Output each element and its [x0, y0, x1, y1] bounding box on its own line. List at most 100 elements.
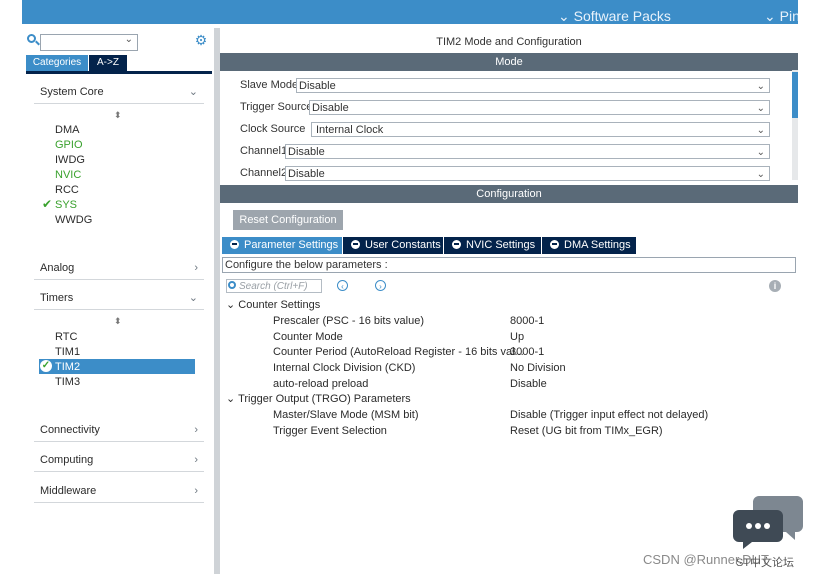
chevron-down-icon: ⌄: [226, 393, 236, 405]
section-connectivity[interactable]: Connectivity ›: [40, 421, 204, 439]
chevron-down-icon[interactable]: ⌄: [125, 34, 133, 45]
splitter[interactable]: [214, 28, 220, 574]
check-circle-icon: [351, 240, 360, 249]
section-computing[interactable]: Computing ›: [40, 451, 204, 469]
check-circle-icon: [230, 240, 239, 249]
channel1-label: Channel1: [240, 145, 288, 157]
mode-header: Mode: [220, 53, 798, 71]
sidebar-item-tim2[interactable]: TIM2: [55, 360, 80, 374]
sidebar-item-nvic[interactable]: NVIC: [55, 168, 81, 182]
param-value[interactable]: No Division: [510, 361, 566, 375]
divider: [34, 279, 204, 280]
section-analog[interactable]: Analog ›: [40, 259, 204, 277]
tab-user-constants[interactable]: User Constants: [343, 237, 443, 254]
channel2-label: Channel2: [240, 167, 288, 179]
checkmark-icon: ✔: [42, 197, 53, 211]
param-name: Internal Clock Division (CKD): [273, 362, 416, 374]
parameter-search-input[interactable]: Search (Ctrl+F): [226, 279, 322, 293]
slave-mode-label: Slave Mode: [240, 79, 299, 91]
chevron-down-icon: ⌄: [764, 8, 776, 24]
sidebar-item-wwdg[interactable]: WWDG: [55, 213, 92, 227]
chevron-right-icon: ›: [194, 485, 198, 497]
group-counter-settings[interactable]: ⌄ Counter Settings: [226, 298, 320, 312]
param-name: Counter Mode: [273, 331, 343, 343]
chevron-down-icon: ⌄: [188, 86, 198, 98]
tab-label: User Constants: [365, 239, 441, 251]
section-middleware[interactable]: Middleware ›: [40, 482, 204, 500]
section-label: Timers: [40, 292, 74, 304]
chevron-down-icon: ⌄: [756, 125, 765, 136]
param-value[interactable]: Up: [510, 330, 524, 344]
chevron-right-icon: ›: [194, 262, 198, 274]
divider: [34, 471, 204, 472]
divider: [34, 441, 204, 442]
chevron-down-icon: ⌄: [756, 81, 765, 92]
section-timers[interactable]: Timers ⌄: [40, 289, 204, 307]
pinout-menu[interactable]: ⌄ Pino: [764, 8, 798, 24]
sidebar-item-dma[interactable]: DMA: [55, 123, 79, 137]
channel2-select[interactable]: Disable ⌄: [285, 166, 770, 181]
check-circle-icon: ✓: [40, 360, 52, 372]
param-name: auto-reload preload: [273, 378, 369, 390]
chevron-down-icon: ⌄: [558, 8, 570, 24]
gear-icon[interactable]: ⚙: [194, 33, 208, 47]
tab-dma-settings[interactable]: DMA Settings: [542, 237, 636, 254]
check-circle-icon: [452, 240, 461, 249]
info-icon[interactable]: i: [769, 280, 781, 292]
sidebar-item-tim1[interactable]: TIM1: [55, 345, 80, 359]
clock-source-select[interactable]: Internal Clock ⌄: [311, 122, 770, 137]
sort-icon[interactable]: ⬍: [114, 110, 122, 121]
chat-bubble-watermark-icon: [733, 496, 803, 549]
group-trigger-output[interactable]: ⌄ Trigger Output (TRGO) Parameters: [226, 392, 411, 406]
channel1-select[interactable]: Disable ⌄: [285, 144, 770, 159]
param-value[interactable]: Reset (UG bit from TIMx_EGR): [510, 424, 663, 438]
section-label: Middleware: [40, 485, 97, 497]
chevron-right-icon: ›: [194, 424, 198, 436]
select-value: Internal Clock: [316, 124, 384, 136]
section-label: Analog: [40, 262, 75, 274]
tab-parameter-settings[interactable]: Parameter Settings: [222, 237, 342, 254]
tab-label: Parameter Settings: [244, 239, 339, 251]
param-value[interactable]: Disable: [510, 377, 547, 391]
param-name: Trigger Event Selection: [273, 425, 387, 437]
top-menu-bar: ⌄ Software Packs ⌄ Pino: [22, 0, 798, 24]
sidebar-item-rcc[interactable]: RCC: [55, 183, 79, 197]
chevron-down-icon: ⌄: [188, 292, 198, 304]
component-search-input[interactable]: ⌄: [40, 34, 138, 51]
sidebar-item-gpio[interactable]: GPIO: [55, 138, 83, 152]
param-value[interactable]: 3000-1: [510, 345, 544, 359]
divider: [34, 103, 204, 104]
clock-source-label: Clock Source: [240, 123, 306, 135]
sidebar-item-rtc[interactable]: RTC: [55, 330, 77, 344]
sidebar-item-sys[interactable]: SYS: [55, 198, 77, 212]
software-packs-menu[interactable]: ⌄ Software Packs: [558, 8, 671, 24]
chevron-right-icon: ›: [194, 454, 198, 466]
reset-configuration-button[interactable]: Reset Configuration: [233, 210, 343, 230]
group-label: Counter Settings: [238, 299, 321, 311]
select-value: Disable: [288, 146, 325, 158]
chevron-down-icon: ⌄: [756, 169, 765, 180]
divider: [34, 502, 204, 503]
select-value: Disable: [299, 80, 336, 92]
section-label: Computing: [40, 454, 94, 466]
select-value: Disable: [312, 102, 349, 114]
trigger-source-label: Trigger Source: [240, 101, 313, 113]
param-name: Prescaler (PSC - 16 bits value): [273, 315, 424, 327]
param-value[interactable]: 8000-1: [510, 314, 544, 328]
tab-categories[interactable]: Categories: [26, 55, 88, 71]
sort-icon[interactable]: ⬍: [114, 316, 122, 327]
tab-nvic-settings[interactable]: NVIC Settings: [444, 237, 541, 254]
mode-scroll-thumb[interactable]: [792, 72, 798, 118]
param-name: Master/Slave Mode (MSM bit): [273, 409, 419, 421]
param-value[interactable]: Disable (Trigger input effect not delaye…: [510, 408, 708, 422]
trigger-source-select[interactable]: Disable ⌄: [309, 100, 770, 115]
tab-a-z[interactable]: A->Z: [89, 55, 127, 71]
sidebar-item-iwdg[interactable]: IWDG: [55, 153, 85, 167]
previous-result-icon[interactable]: ‹: [337, 280, 348, 291]
panel-title: TIM2 Mode and Configuration: [436, 36, 582, 48]
next-result-icon[interactable]: ›: [375, 280, 386, 291]
sidebar-item-tim3[interactable]: TIM3: [55, 375, 80, 389]
slave-mode-select[interactable]: Disable ⌄: [296, 78, 770, 93]
section-system-core[interactable]: System Core ⌄: [40, 83, 204, 101]
section-label: System Core: [40, 86, 104, 98]
